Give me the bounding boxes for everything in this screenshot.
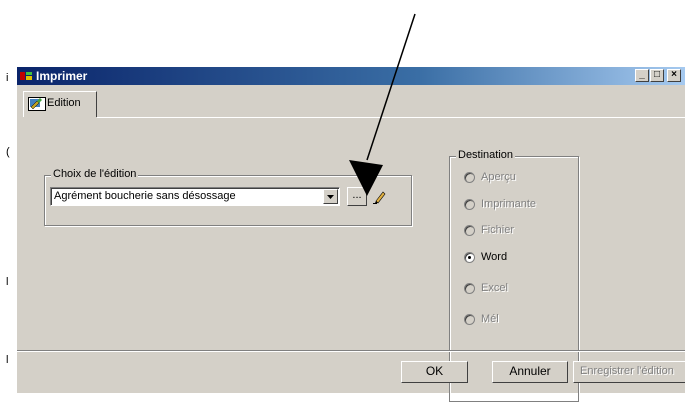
group-legend: Destination: [456, 149, 516, 161]
radio-icon: [464, 252, 475, 263]
minimize-button[interactable]: _: [635, 69, 649, 82]
radio-label: Fichier: [481, 224, 515, 236]
close-button[interactable]: ×: [667, 69, 681, 82]
group-legend: Choix de l'édition: [51, 168, 139, 180]
radio-label: Word: [481, 251, 508, 263]
ok-button[interactable]: OK: [401, 361, 468, 383]
background-fragment: l: [6, 276, 9, 288]
background-fragment: i: [6, 72, 9, 84]
cancel-button[interactable]: Annuler: [492, 361, 568, 383]
dropdown-button[interactable]: [323, 189, 338, 204]
tab-edition[interactable]: Edition: [23, 91, 97, 117]
radio-icon: [464, 283, 475, 294]
maximize-button[interactable]: □: [650, 69, 664, 82]
save-edition-button[interactable]: Enregistrer l'édition: [573, 361, 685, 383]
title-bar: Imprimer _ □ ×: [17, 67, 685, 85]
background-fragment: l: [6, 354, 9, 366]
edit-document-icon: [28, 97, 46, 111]
print-dialog: Imprimer _ □ × Edition Choix de l'éditio…: [16, 66, 685, 402]
radio-label: Aperçu: [481, 171, 516, 183]
radio-label: Imprimante: [481, 198, 537, 210]
tab-panel-divider: [97, 117, 685, 118]
radio-icon: [464, 172, 475, 183]
edit-pencil-button[interactable]: [373, 190, 387, 204]
radio-label: Mél: [481, 313, 499, 325]
background-fragment: (: [6, 146, 10, 158]
edition-select-value: Agrément boucherie sans désossage: [54, 190, 236, 202]
pencil-icon: [373, 191, 386, 204]
tab-label: Edition: [47, 97, 81, 109]
radio-label: Excel: [481, 282, 508, 294]
edition-select[interactable]: Agrément boucherie sans désossage: [50, 187, 340, 206]
window-title: Imprimer: [36, 69, 88, 83]
chevron-down-icon: [327, 195, 334, 199]
footer-divider: [17, 350, 685, 352]
radio-icon: [464, 225, 475, 236]
radio-icon: [464, 199, 475, 210]
browse-button[interactable]: ...: [347, 187, 367, 206]
radio-selected-dot: [468, 256, 471, 259]
app-icon: [20, 72, 32, 80]
radio-icon: [464, 314, 475, 325]
